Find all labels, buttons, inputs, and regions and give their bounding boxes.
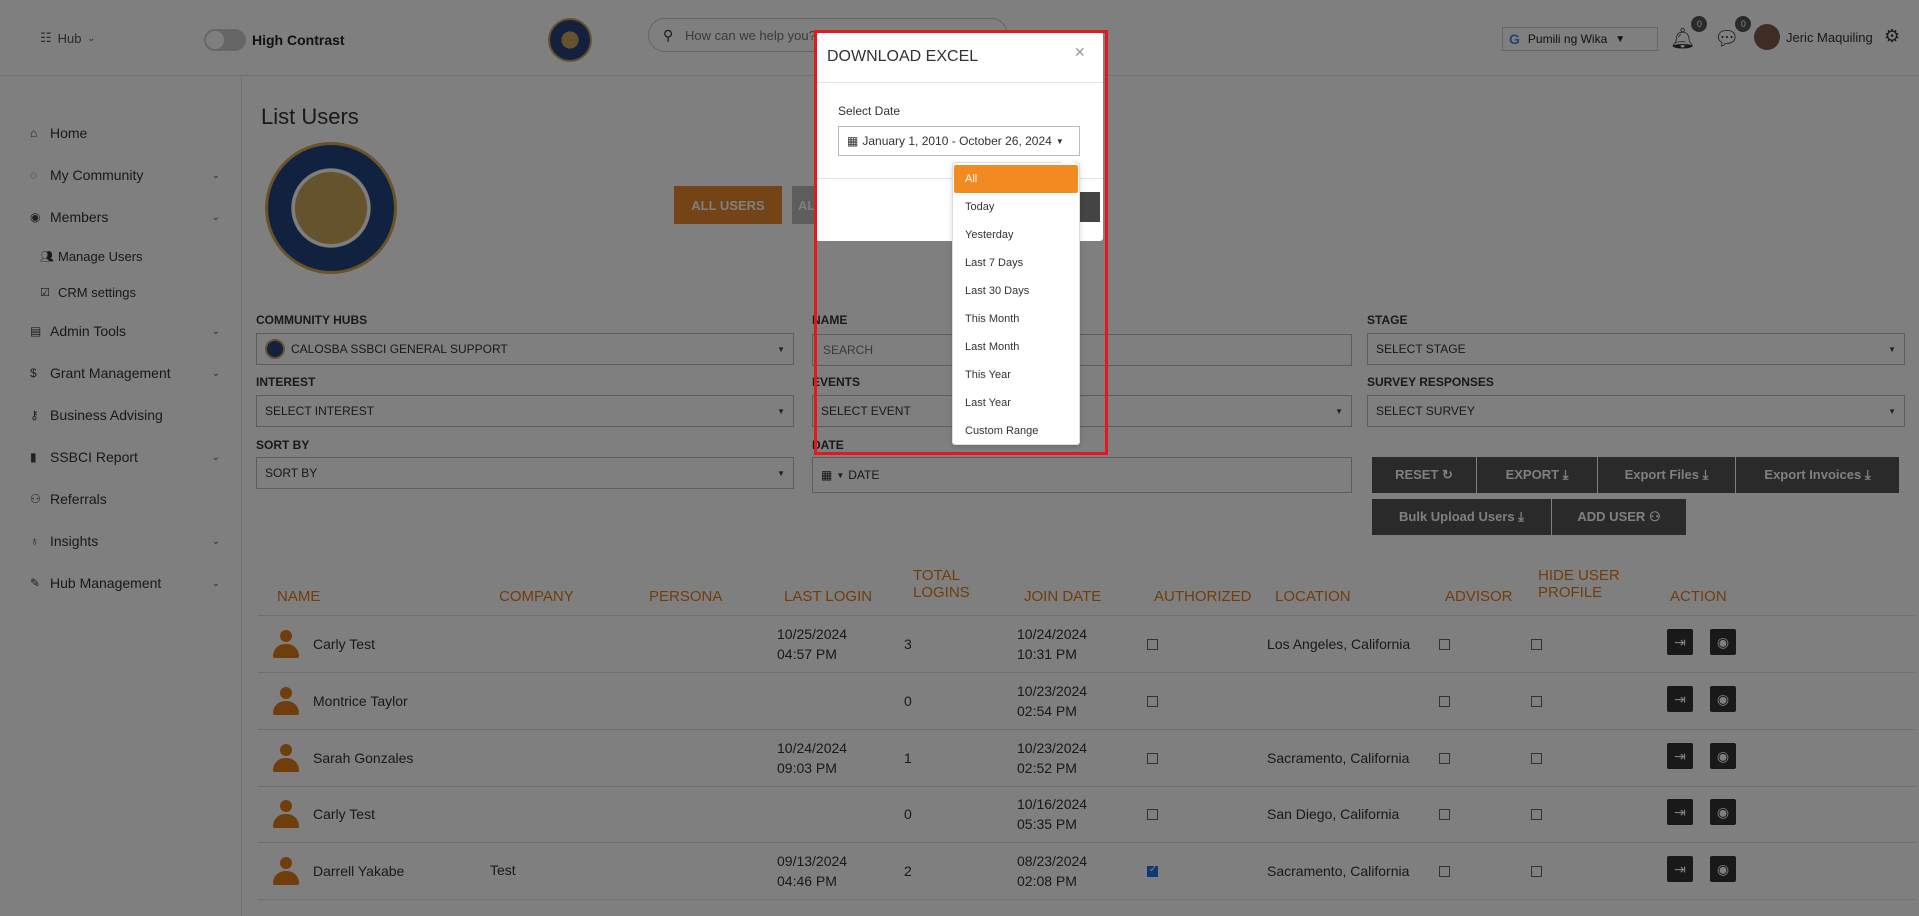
highlight-box xyxy=(814,30,1108,455)
